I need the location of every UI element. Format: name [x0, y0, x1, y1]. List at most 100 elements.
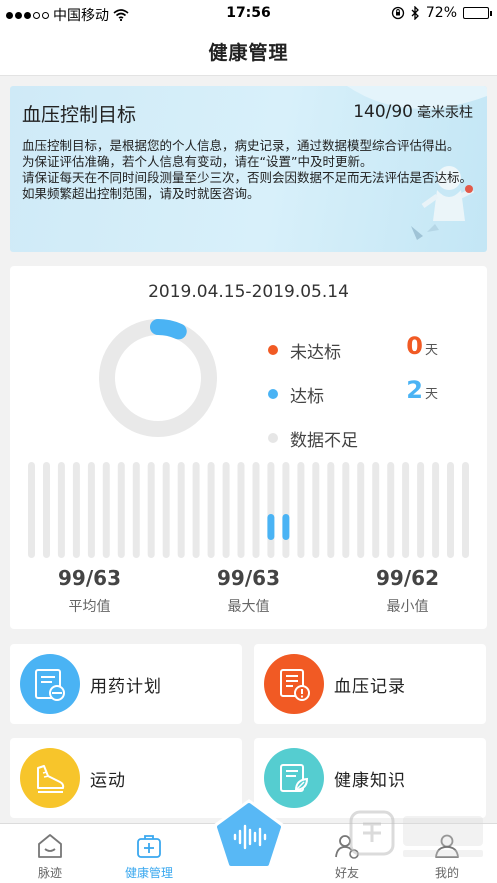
page-title: 健康管理 [208, 42, 289, 64]
day-bar [327, 462, 335, 558]
reading-max: 99/63 最大值 [169, 566, 328, 616]
legend-dot [268, 433, 278, 443]
medication-plan-icon [20, 654, 80, 714]
reading-min: 99/62 最小值 [328, 566, 487, 616]
target-value-number: 140/90 [353, 102, 413, 122]
donut-track [99, 319, 217, 437]
legend-number: 2 [406, 376, 423, 404]
date-range[interactable]: 2019.04.15-2019.05.14 [10, 282, 487, 302]
legend-dot [268, 389, 278, 399]
reading-value: 99/63 [217, 566, 280, 590]
day-bar [432, 462, 440, 558]
day-bar [417, 462, 425, 558]
reading-average: 99/63 平均值 [10, 566, 169, 616]
day-bar [462, 462, 469, 558]
reading-label: 平均值 [68, 599, 111, 615]
day-bar-reading [267, 514, 275, 540]
day-bar [402, 462, 410, 558]
day-bar [192, 462, 200, 558]
day-bar [312, 462, 320, 558]
tile-label: 用药计划 [90, 676, 162, 697]
day-bar [72, 462, 80, 558]
sport-shoe-icon [20, 748, 80, 808]
bp-stats-card: 2019.04.15-2019.05.14 未达标 0天 达标 2天 数据不足 … [10, 266, 487, 629]
reading-value: 99/62 [376, 566, 439, 590]
status-bar: 中国移动 17:56 72% [0, 0, 497, 28]
bp-target-card: 血压控制目标 140/90 毫米汞柱 血压控制目标，是根据您的个人信息，病史记录，… [10, 86, 487, 252]
legend-item-met: 达标 2天 [268, 372, 458, 416]
nav-header: 健康管理 [0, 28, 497, 76]
day-bar [43, 462, 50, 558]
day-bar [177, 462, 185, 558]
day-bar [447, 462, 454, 558]
medical-kit-icon [137, 835, 161, 858]
day-bar [162, 462, 170, 558]
legend-value: 0天 [406, 332, 438, 360]
day-bar [297, 462, 305, 558]
readings-row: 99/63 平均值 99/63 最大值 99/62 最小值 [10, 566, 487, 616]
day-bar [147, 462, 155, 558]
tile-label: 健康知识 [334, 770, 406, 791]
day-bar [87, 462, 95, 558]
legend-value: 2天 [406, 376, 438, 404]
desc-line: 如果频繁超出控制范围，请及时就医咨询。 [22, 186, 260, 201]
legend-suffix: 天 [424, 387, 438, 402]
reading-value: 99/63 [58, 566, 121, 590]
voice-measure-button[interactable] [210, 796, 288, 874]
tab-label: 好友 [334, 866, 359, 880]
tile-health-knowledge[interactable]: 健康知识 [254, 738, 486, 818]
tile-medication-plan[interactable]: 用药计划 [10, 644, 242, 724]
home-icon [38, 834, 62, 858]
bp-record-icon [264, 654, 324, 714]
legend-label: 数据不足 [290, 430, 358, 451]
day-bar [237, 462, 245, 558]
reading-label: 最大值 [227, 599, 270, 615]
day-bar [102, 462, 110, 558]
legend-item-not-met: 未达标 0天 [268, 328, 458, 372]
legend-suffix: 天 [424, 343, 438, 358]
bluetooth-icon [411, 6, 419, 20]
legend-number: 0 [406, 332, 423, 360]
tile-label: 血压记录 [334, 676, 406, 697]
day-bar [282, 462, 290, 558]
battery-icon [463, 7, 492, 19]
tile-label: 运动 [90, 770, 126, 791]
tab-label: 健康管理 [124, 866, 173, 880]
day-bar [57, 462, 65, 558]
desc-line: 血压控制目标，是根据您的个人信息，病史记录，通过数据模型综合评估得出。 [22, 138, 460, 153]
day-bar [252, 462, 260, 558]
tab-health-management[interactable]: 健康管理 [99, 824, 199, 883]
day-bar [117, 462, 125, 558]
day-bar-reading [282, 514, 290, 540]
tile-bp-record[interactable]: 血压记录 [254, 644, 486, 724]
tab-label: 我的 [434, 866, 459, 880]
target-title: 血压控制目标 [22, 104, 137, 126]
watermark-logo-icon [349, 810, 483, 857]
daily-bars-chart[interactable] [28, 462, 469, 558]
legend-item-insufficient: 数据不足 [268, 416, 458, 460]
status-right: 72% [391, 5, 492, 21]
rotation-lock-icon [391, 6, 405, 20]
day-bar [28, 462, 35, 558]
tab-label: 脉迹 [37, 866, 62, 880]
compliance-legend: 未达标 0天 达标 2天 数据不足 [268, 328, 458, 460]
day-bar [267, 462, 275, 558]
day-bar [222, 462, 230, 558]
target-description: 血压控制目标，是根据您的个人信息，病史记录，通过数据模型综合评估得出。 为保证评… [22, 138, 477, 202]
day-bar [132, 462, 140, 558]
legend-label: 达标 [290, 386, 324, 407]
compliance-donut [99, 319, 217, 437]
day-bar [342, 462, 350, 558]
day-bar [207, 462, 215, 558]
target-value: 140/90 毫米汞柱 [353, 102, 473, 122]
tab-pulse-trace[interactable]: 脉迹 [0, 824, 100, 883]
reading-label: 最小值 [386, 599, 429, 615]
donut-segment-met [150, 319, 187, 340]
legend-dot [268, 345, 278, 355]
day-bar [372, 462, 380, 558]
battery-text: 72% [425, 5, 457, 21]
desc-line: 为保证评估准确，若个人信息有变动，请在“设置”中及时更新。 [22, 154, 373, 169]
day-bar [357, 462, 365, 558]
tile-sport[interactable]: 运动 [10, 738, 242, 818]
day-bar [387, 462, 395, 558]
